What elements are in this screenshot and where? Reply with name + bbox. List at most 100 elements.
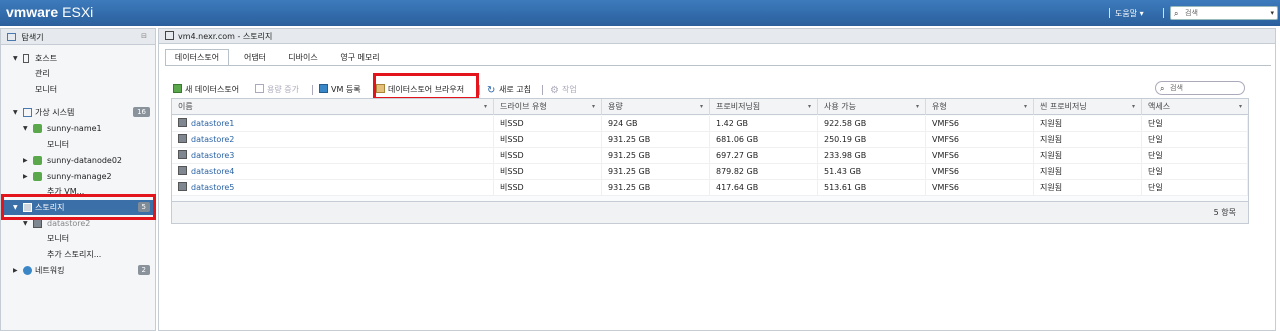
column-header-capacity[interactable]: 용량 ▾: [602, 99, 710, 115]
tab-persistent-memory[interactable]: 영구 메모리: [331, 49, 389, 65]
divider: [1163, 8, 1164, 18]
expand-arrow-icon[interactable]: ▼: [23, 121, 28, 136]
chevron-down-icon[interactable]: ▾: [1024, 99, 1027, 115]
column-header-provisioned[interactable]: 프로비저닝됨 ▾: [710, 99, 818, 115]
sidebar-item-vm-sunny-datanode02[interactable]: ▶ sunny-datanode02: [1, 153, 156, 168]
table-row[interactable]: datastore3 비SSD 931.25 GB 697.27 GB 233.98 G…: [172, 148, 1248, 164]
chevron-down-icon[interactable]: ▾: [700, 99, 703, 115]
tab-adapters[interactable]: 어댑터: [235, 49, 275, 65]
search-icon: ⌕: [1174, 9, 1179, 18]
vm-powered-on-icon: [33, 172, 42, 181]
toolbar-divider: [479, 85, 480, 95]
chevron-down-icon[interactable]: ▾: [1270, 7, 1274, 19]
datastore-icon: [33, 219, 42, 228]
cell-value: VMFS6: [932, 183, 960, 192]
actions-button[interactable]: ⚙ 작업: [550, 83, 577, 97]
chevron-down-icon[interactable]: ▾: [808, 99, 811, 115]
button-label: 새로 고침: [499, 85, 531, 94]
column-header-drive-type[interactable]: 드라이브 유형 ▾: [494, 99, 602, 115]
table-cell: 지원됨: [1034, 116, 1142, 132]
column-label: 액세스: [1148, 102, 1171, 111]
chevron-down-icon[interactable]: ▾: [592, 99, 595, 115]
cell-value: 931.25 GB: [608, 167, 651, 176]
sidebar-item-vm-sunny-name1[interactable]: ▼ sunny-name1: [1, 121, 156, 136]
datastore-link[interactable]: datastore3: [191, 151, 234, 160]
sidebar-item-label: 추가 스토리지...: [47, 250, 102, 259]
table-cell: 비SSD: [494, 148, 602, 164]
network-icon: [23, 266, 32, 275]
column-header-free[interactable]: 사용 가능 ▾: [818, 99, 926, 115]
table-cell: 513.61 GB: [818, 180, 926, 196]
column-header-type[interactable]: 유형 ▾: [926, 99, 1034, 115]
sidebar-item-label: 네트워킹: [35, 266, 65, 275]
sidebar-item-host-monitor[interactable]: 모니터: [1, 82, 156, 97]
table-cell: datastore5: [172, 180, 494, 196]
refresh-button[interactable]: ↻ 새로 고침: [487, 83, 531, 97]
column-label: 유형: [932, 102, 947, 111]
increase-capacity-button[interactable]: 용량 증가: [255, 83, 299, 97]
column-header-name[interactable]: 이름 ▾: [172, 99, 494, 115]
datastore-link[interactable]: datastore4: [191, 167, 234, 176]
chevron-down-icon[interactable]: ▾: [916, 99, 919, 115]
global-search-input[interactable]: ⌕ 검색 ▾: [1170, 6, 1278, 20]
table-cell: VMFS6: [926, 116, 1034, 132]
sidebar-item-label: 가상 시스템: [35, 108, 75, 117]
sidebar-item-storage-monitor[interactable]: 모니터: [1, 231, 156, 246]
cell-value: 250.19 GB: [824, 135, 867, 144]
highlight-box-datastore-browser: [373, 73, 479, 100]
column-header-thin-provisioning[interactable]: 씬 프로비저닝 ▾: [1034, 99, 1142, 115]
sidebar-item-virtual-machines[interactable]: ▼ 가상 시스템 16: [1, 105, 156, 120]
cell-value: 233.98 GB: [824, 151, 867, 160]
sidebar-item-manage[interactable]: 관리: [1, 66, 156, 81]
sidebar-item-host[interactable]: ▼ 호스트: [1, 51, 156, 66]
register-vm-button[interactable]: VM 등록: [319, 83, 361, 97]
page-title: vm4.nexr.com - 스토리지: [178, 32, 273, 41]
tab-datastores[interactable]: 데이터스토어: [165, 49, 229, 65]
table-row[interactable]: datastore2 비SSD 931.25 GB 681.06 GB 250.19 G…: [172, 132, 1248, 148]
sidebar-item-vm-monitor[interactable]: 모니터: [1, 137, 156, 152]
chevron-down-icon[interactable]: ▾: [484, 99, 487, 115]
sidebar-item-label: sunny-name1: [47, 124, 102, 133]
expand-arrow-icon[interactable]: ▼: [13, 51, 18, 66]
table-cell: 비SSD: [494, 132, 602, 148]
datastore-link[interactable]: datastore5: [191, 183, 234, 192]
expand-arrow-icon[interactable]: ▼: [13, 105, 18, 120]
column-header-access[interactable]: 액세스 ▾: [1142, 99, 1248, 115]
navigator-header: 탐색기 ⊟: [1, 29, 155, 45]
cell-value: VMFS6: [932, 119, 960, 128]
sidebar-item-vm-sunny-manage2[interactable]: ▶ sunny-manage2: [1, 169, 156, 184]
datastore-link[interactable]: datastore2: [191, 135, 234, 144]
vm-powered-on-icon: [33, 156, 42, 165]
cell-value: 단일: [1148, 167, 1163, 176]
table-row[interactable]: datastore1 비SSD 924 GB 1.42 GB 922.58 GB VMFS…: [172, 116, 1248, 132]
table-cell: 단일: [1142, 164, 1248, 180]
column-label: 씬 프로비저닝: [1040, 102, 1087, 111]
column-label: 드라이브 유형: [500, 102, 547, 111]
cell-value: 931.25 GB: [608, 135, 651, 144]
table-cell: 단일: [1142, 148, 1248, 164]
table-row[interactable]: datastore4 비SSD 931.25 GB 879.82 GB 51.43 GB…: [172, 164, 1248, 180]
chevron-down-icon[interactable]: ▾: [1132, 99, 1135, 115]
expand-arrow-icon[interactable]: ▶: [23, 153, 28, 168]
cell-value: 697.27 GB: [716, 151, 759, 160]
table-cell: 233.98 GB: [818, 148, 926, 164]
sidebar-item-networking[interactable]: ▶ 네트워킹 2: [1, 263, 156, 278]
add-datastore-icon: [173, 84, 182, 93]
expand-arrow-icon[interactable]: ▶: [13, 263, 18, 278]
cell-value: 924 GB: [608, 119, 638, 128]
table-cell: 922.58 GB: [818, 116, 926, 132]
table-row[interactable]: datastore5 비SSD 931.25 GB 417.64 GB 513.61 G…: [172, 180, 1248, 196]
chevron-down-icon[interactable]: ▾: [1239, 99, 1242, 115]
sidebar-item-more-storage[interactable]: 추가 스토리지...: [1, 247, 156, 262]
new-datastore-button[interactable]: 새 데이터스토어: [173, 83, 239, 97]
host-icon: [23, 54, 29, 63]
cell-value: 비SSD: [500, 151, 524, 160]
datastore-search-input[interactable]: ⌕ 검색: [1155, 81, 1245, 95]
datastore-link[interactable]: datastore1: [191, 119, 234, 128]
expand-arrow-icon[interactable]: ▶: [23, 169, 28, 184]
tab-devices[interactable]: 디바이스: [281, 49, 325, 65]
cell-value: 지원됨: [1040, 167, 1063, 176]
collapse-icon[interactable]: ⊟: [141, 32, 147, 40]
help-menu[interactable]: 도움말 ▾: [1115, 8, 1144, 19]
sidebar-item-label: 관리: [35, 69, 50, 78]
